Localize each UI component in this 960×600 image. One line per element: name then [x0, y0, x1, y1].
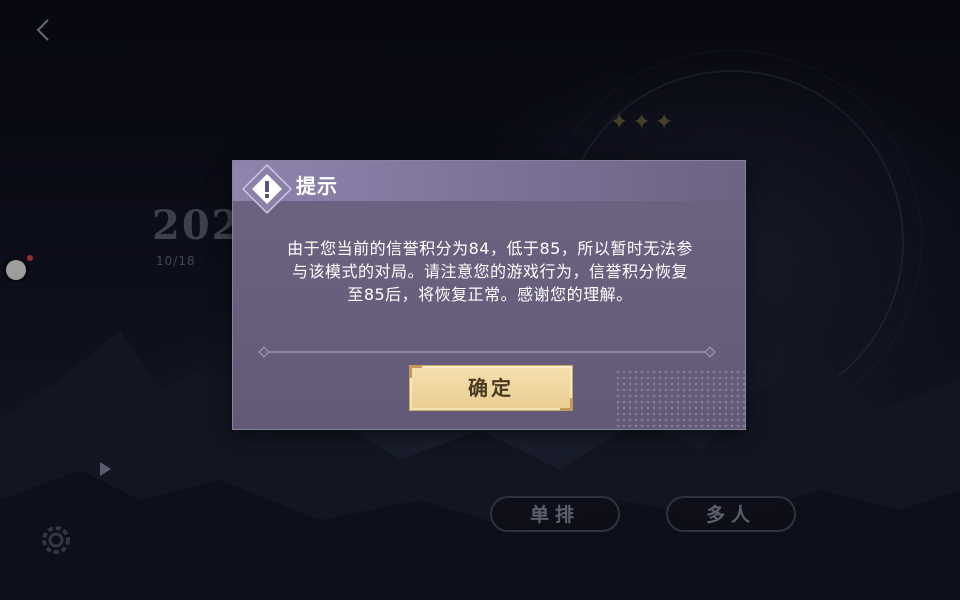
- message-line-1: 由于您当前的信誉积分为84，低于85，所以暂时无法参: [287, 239, 693, 258]
- dialog-title: 提示: [296, 174, 338, 198]
- dialog-decoration: [615, 369, 745, 429]
- warning-icon: [241, 163, 293, 215]
- dialog-message: 由于您当前的信誉积分为84，低于85，所以暂时无法参 与该模式的对局。请注意您的…: [265, 237, 715, 306]
- divider-end-left: [258, 346, 270, 358]
- message-line-2: 与该模式的对局。请注意您的游戏行为，信誉积分恢复: [291, 262, 688, 281]
- message-line-3: 至85后，将恢复正常。感谢您的理解。: [347, 285, 633, 304]
- divider-end-right: [704, 346, 716, 358]
- notice-dialog: 提示 由于您当前的信誉积分为84，低于85，所以暂时无法参 与该模式的对局。请注…: [232, 160, 746, 430]
- dialog-divider: [263, 351, 715, 353]
- confirm-button[interactable]: 确定: [409, 365, 573, 411]
